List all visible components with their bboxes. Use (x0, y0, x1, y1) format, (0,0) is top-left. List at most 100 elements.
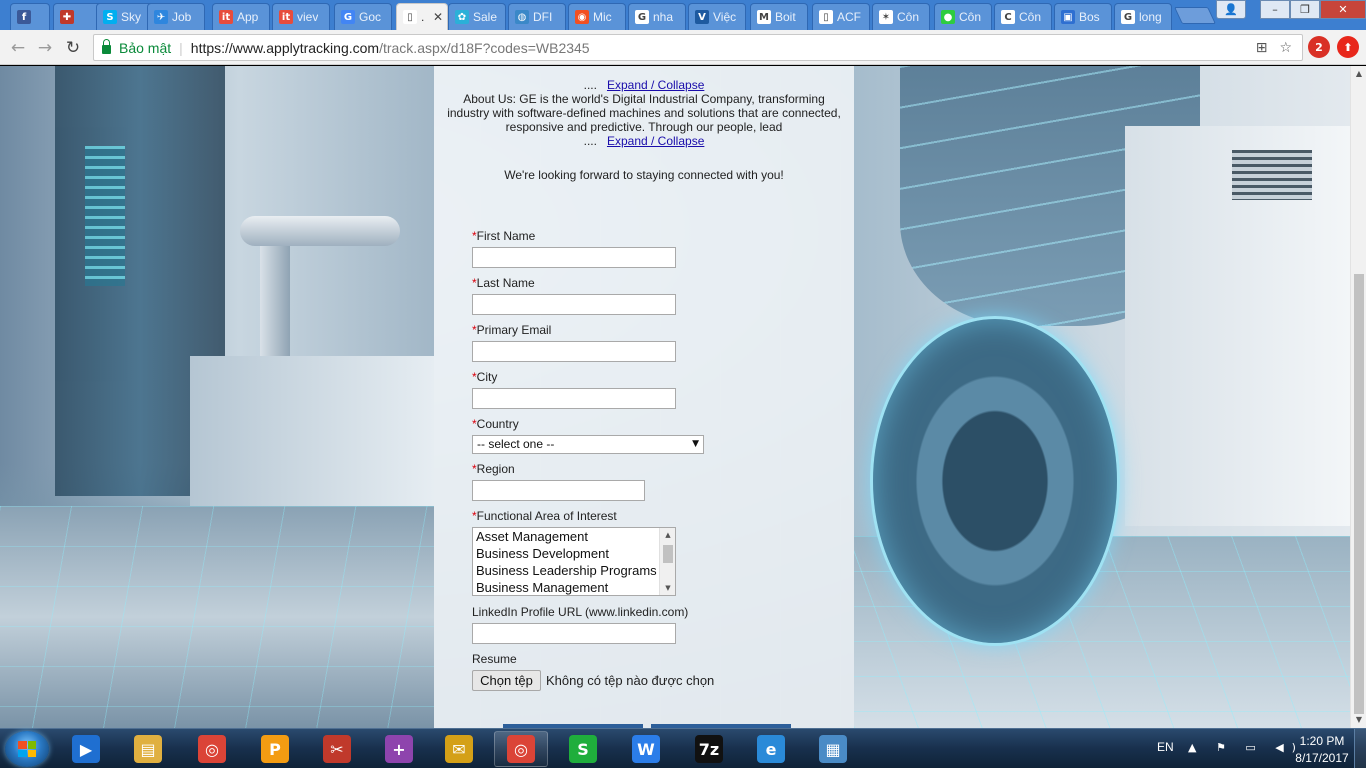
browser-tab[interactable]: ▯. ✕ (396, 3, 448, 30)
region-input[interactable] (472, 480, 645, 501)
reload-icon[interactable]: ↻ (62, 37, 84, 59)
browser-tab[interactable]: G Goc (334, 3, 392, 30)
choose-file-button[interactable]: Chọn tệp (472, 670, 541, 691)
gear-icon: ✿ (455, 10, 469, 24)
url-path: /track.aspx/d18F?codes=WB2345 (379, 39, 590, 56)
browser-tab[interactable]: C Côn (994, 3, 1052, 30)
dropdown-arrow-icon: ▼ (692, 439, 699, 449)
start-button[interactable] (5, 731, 49, 767)
taskbar-app-button[interactable]: ◎ (185, 731, 239, 767)
tray-icons[interactable]: ▲ ⚑ ▭ ◀) (1188, 741, 1304, 754)
primary-email-label: *Primary Email (472, 323, 552, 337)
browser-tab[interactable]: M Boit (750, 3, 808, 30)
browser-tab[interactable]: Gnha (628, 3, 686, 30)
browser-tab[interactable]: ▯ ACF (812, 3, 870, 30)
scroll-thumb[interactable] (663, 545, 673, 563)
taskbar-app-button[interactable]: ✂ (310, 731, 364, 767)
close-button[interactable]: ✕ (1320, 0, 1366, 19)
tab-label: Goc (359, 10, 382, 24)
document-icon: ▯ (403, 10, 417, 24)
first-name-input[interactable] (472, 247, 676, 268)
address-bar[interactable]: Bảo mật | https://www.applytracking.com /… (93, 34, 1303, 61)
star-icon: ✶ (879, 10, 893, 24)
background-block (190, 356, 434, 516)
listbox-scrollbar[interactable]: ▲ ▼ (659, 528, 675, 595)
expand-collapse-link[interactable]: Expand / Collapse (607, 134, 704, 148)
taskbar-app-button[interactable]: ▦ (806, 731, 860, 767)
browser-tab[interactable]: V Việc (688, 3, 746, 30)
list-item[interactable]: Business Development (473, 545, 675, 562)
taskbar-app-button[interactable]: ▤ (121, 731, 175, 767)
browser-tab[interactable]: it viev (272, 3, 330, 30)
tab-label: Côn (897, 10, 920, 24)
country-selected-value: -- select one -- (477, 437, 555, 451)
taskbar-app-button[interactable]: S (556, 731, 610, 767)
clock-time[interactable]: 1:20 PM (1290, 734, 1354, 748)
browser-tab[interactable]: ◉ Mic (568, 3, 626, 30)
linkedin-input[interactable] (472, 623, 676, 644)
maximize-button[interactable]: ❐ (1290, 0, 1320, 19)
browser-tab[interactable]: f (10, 3, 50, 30)
back-arrow-icon[interactable]: ← (7, 37, 29, 59)
mail-icon: ✉ (445, 735, 473, 763)
taskbar-app-button[interactable]: + (372, 731, 426, 767)
browser-tab[interactable]: ● Côn (934, 3, 992, 30)
clock-date[interactable]: 8/17/2017 (1290, 751, 1354, 765)
browser-tab[interactable]: ✈ Job (147, 3, 205, 30)
language-indicator[interactable]: EN (1157, 740, 1174, 754)
it-icon: it (219, 10, 233, 24)
taskbar-app-button[interactable]: ▶ (59, 731, 113, 767)
list-item[interactable]: Business Management (473, 579, 675, 595)
functional-area-listbox[interactable]: Asset Management Business Development Bu… (472, 527, 676, 596)
browser-tab[interactable]: ▣ Bos (1054, 3, 1112, 30)
list-item[interactable]: Business Leadership Programs (473, 562, 675, 579)
tab-label: . (421, 10, 425, 24)
taskbar-app-button[interactable]: e (744, 731, 798, 767)
browser-tab[interactable]: S Sky (96, 3, 154, 30)
scroll-up-arrow-icon[interactable]: ▲ (1351, 66, 1366, 82)
viec-icon: V (695, 10, 709, 24)
scroll-down-arrow-icon[interactable]: ▼ (660, 582, 675, 594)
omnibox-actions: ⊞ ☆ (1256, 40, 1292, 56)
tab-label: Sky (121, 10, 142, 24)
taskbar: EN ▲ ⚑ ▭ ◀) 1:20 PM 8/17/2017 ▶ ▤ ◎ P ✂ + ✉ ◎ S W… (0, 728, 1366, 768)
7zip-icon: 7z (695, 735, 723, 763)
browser-tab[interactable]: ✿ Sale (448, 3, 506, 30)
scroll-down-arrow-icon[interactable]: ▼ (1351, 712, 1366, 728)
browser-tab[interactable]: ✶ Côn (872, 3, 930, 30)
browser-tab[interactable]: it App (212, 3, 270, 30)
city-input[interactable] (472, 388, 676, 409)
show-desktop-button[interactable] (1354, 729, 1366, 768)
windows-logo-icon (18, 741, 36, 757)
bookmark-star-icon[interactable]: ☆ (1279, 40, 1292, 56)
last-name-input[interactable] (472, 294, 676, 315)
browser-tab[interactable]: Glong (1114, 3, 1172, 30)
last-name-label: *Last Name (472, 276, 535, 290)
background-floor (0, 506, 434, 728)
close-tab-icon[interactable]: ✕ (433, 10, 443, 24)
primary-email-input[interactable] (472, 341, 676, 362)
translate-icon[interactable]: ⊞ (1256, 40, 1268, 56)
taskbar-app-button[interactable]: ✉ (432, 731, 486, 767)
page-scrollbar[interactable]: ▲ ▼ (1350, 66, 1366, 728)
translate-icon: G (341, 10, 355, 24)
taskbar-app-button[interactable]: W (619, 731, 673, 767)
extension-badge-icon[interactable]: 2 (1308, 36, 1330, 58)
new-tab-button[interactable] (1174, 7, 1216, 24)
internet-explorer-icon: e (757, 735, 785, 763)
taskbar-app-button[interactable]: P (248, 731, 302, 767)
browser-tab[interactable]: ◍ DFI (508, 3, 566, 30)
minimize-button[interactable]: – (1260, 0, 1290, 19)
extension-alert-icon[interactable]: ⬆ (1337, 36, 1359, 58)
user-icon[interactable]: 👤 (1216, 0, 1246, 19)
forward-arrow-icon[interactable]: → (34, 37, 56, 59)
tab-label: Côn (1019, 10, 1042, 24)
taskbar-app-button[interactable]: 7z (682, 731, 736, 767)
country-select[interactable]: -- select one -- ▼ (472, 435, 704, 454)
city-label: *City (472, 370, 498, 384)
list-item[interactable]: Asset Management (473, 528, 675, 545)
taskbar-app-button[interactable]: ◎ (494, 731, 548, 767)
scroll-up-arrow-icon[interactable]: ▲ (660, 529, 675, 541)
expand-collapse-link[interactable]: Expand / Collapse (607, 78, 704, 92)
scroll-thumb[interactable] (1354, 274, 1364, 714)
